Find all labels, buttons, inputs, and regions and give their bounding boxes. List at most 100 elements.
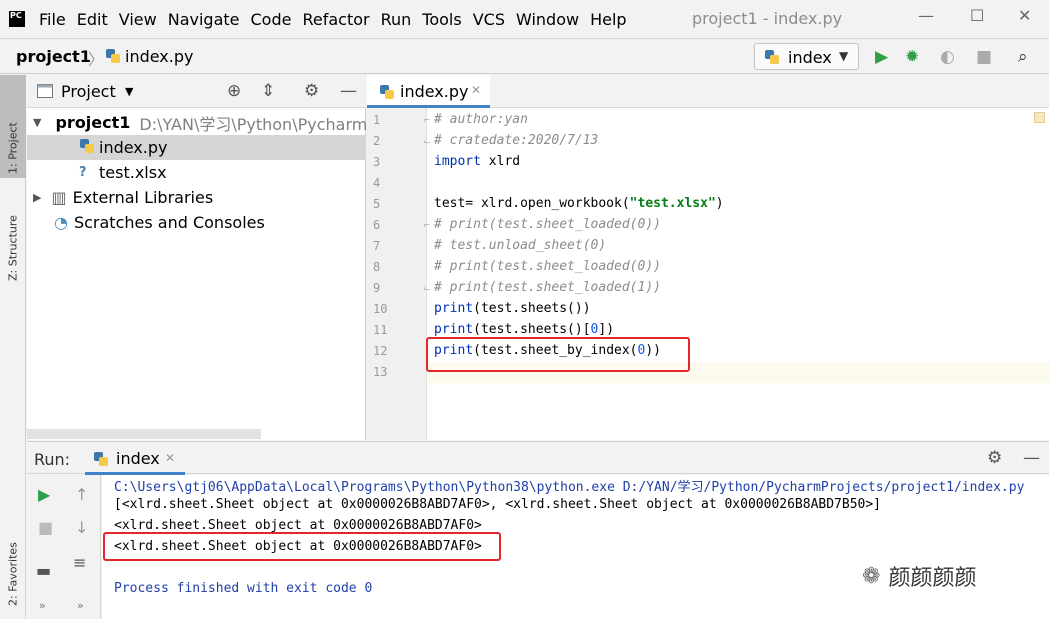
close-tab-icon[interactable]: ✕ <box>471 83 481 97</box>
line-number: 1 <box>373 113 381 127</box>
tree-item-scratches[interactable]: ◔ Scratches and Consoles <box>27 210 366 235</box>
line-number: 5 <box>373 197 381 211</box>
chevron-down-icon[interactable]: ▼ <box>33 116 41 129</box>
line-number: 7 <box>373 239 381 253</box>
menu-view[interactable]: View <box>119 10 157 29</box>
locate-icon[interactable]: ⊕ <box>227 81 241 101</box>
inspection-marker[interactable] <box>1034 112 1045 123</box>
fold-icon[interactable]: ⌙ <box>423 137 431 147</box>
line-number: 4 <box>373 176 381 190</box>
code-text: ) <box>715 196 724 211</box>
code-text: ]) <box>598 322 615 337</box>
horizontal-scrollbar[interactable] <box>27 429 261 439</box>
fold-icon[interactable]: ⌐ <box>423 221 431 231</box>
watermark-text: 颜颜颜颜 <box>888 566 977 591</box>
scratches-icon: ◔ <box>54 213 68 232</box>
soft-wrap-icon[interactable]: ≡ <box>73 553 86 572</box>
line-number: 11 <box>373 323 388 337</box>
tree-item-label: index.py <box>99 138 168 157</box>
code-line-1[interactable]: # author:yan <box>434 112 528 127</box>
line-number: 9 <box>373 281 381 295</box>
menu-code[interactable]: Code <box>251 10 292 29</box>
arrow-down-icon[interactable]: ↓ <box>75 518 88 537</box>
more-icon[interactable]: » <box>39 599 46 612</box>
run-tab-label: index <box>116 449 160 468</box>
console-line: C:\Users\gtj06\AppData\Local\Programs\Py… <box>114 480 1025 495</box>
menu-refactor[interactable]: Refactor <box>302 10 369 29</box>
tab-structure-label: Z: Structure <box>6 215 20 281</box>
maximize-icon[interactable]: ☐ <box>970 6 984 25</box>
tree-item-label: project1 <box>55 113 131 132</box>
menu-window[interactable]: Window <box>516 10 579 29</box>
comment: # cratedate:2020/7/13 <box>434 133 599 148</box>
console-line: [<xlrd.sheet.Sheet object at 0x0000026B8… <box>114 497 882 512</box>
tree-item-project1[interactable]: ▼ project1 D:\YAN\学习\Python\Pycharm <box>27 110 366 135</box>
close-tab-icon[interactable]: ✕ <box>165 451 175 465</box>
menu-edit[interactable]: Edit <box>77 10 108 29</box>
code-line-11[interactable]: print(test.sheets()[0]) <box>434 322 614 337</box>
fold-icon[interactable]: ⌐ <box>423 116 431 126</box>
tab-favorites-label: 2: Favorites <box>6 542 20 606</box>
editor-tab-bar: index.py ✕ <box>367 75 1049 108</box>
more-icon[interactable]: » <box>77 599 84 612</box>
coverage-icon[interactable]: ◐ <box>940 47 955 67</box>
fold-icon[interactable]: ⌙ <box>423 284 431 294</box>
code-line-7[interactable]: # test.unload_sheet(0) <box>434 238 606 253</box>
menu-tools[interactable]: Tools <box>422 10 461 29</box>
tree-item-index-py[interactable]: index.py <box>27 135 366 160</box>
code-line-3[interactable]: import xlrd <box>434 154 520 169</box>
run-icon[interactable]: ▶ <box>875 47 888 67</box>
code-line-9[interactable]: # print(test.sheet_loaded(1)) <box>434 280 661 295</box>
line-number: 12 <box>373 344 388 358</box>
menu-bar: PC File Edit View Navigate Code Refactor… <box>0 0 1049 38</box>
stop-icon[interactable]: ■ <box>976 47 992 67</box>
gear-icon[interactable]: ⚙ <box>304 81 319 101</box>
code-text: (test.sheets()[ <box>473 322 591 337</box>
console-line: <xlrd.sheet.Sheet object at 0x0000026B8A… <box>114 518 482 533</box>
menu-help[interactable]: Help <box>590 10 626 29</box>
run-toolbar: ▶ ■ ▬ » ↑ ↓ ≡ » <box>27 475 101 619</box>
code-text: test= xlrd.open_workbook( <box>434 196 630 211</box>
hide-icon[interactable]: — <box>340 81 357 101</box>
minimize-icon[interactable]: — <box>918 6 934 25</box>
arrow-up-icon[interactable]: ↑ <box>75 485 88 504</box>
breadcrumb-file[interactable]: index.py <box>125 47 193 66</box>
close-icon[interactable]: ✕ <box>1018 6 1031 25</box>
code-line-8[interactable]: # print(test.sheet_loaded(0)) <box>434 259 661 274</box>
collapse-all-icon[interactable]: ⇕ <box>261 81 275 101</box>
editor-tab-label: index.py <box>400 82 469 101</box>
debug-icon[interactable]: ✹ <box>905 47 919 67</box>
code-line-5[interactable]: test= xlrd.open_workbook("test.xlsx") <box>434 196 724 211</box>
tab-project[interactable]: 1: Project <box>0 75 26 178</box>
tree-item-test-xlsx[interactable]: ? test.xlsx <box>27 160 366 185</box>
chevron-right-icon[interactable]: ▶ <box>33 191 41 204</box>
hide-icon[interactable]: — <box>1023 448 1040 468</box>
code-line-2[interactable]: # cratedate:2020/7/13 <box>434 133 598 148</box>
menu-run[interactable]: Run <box>381 10 412 29</box>
tree-item-external-libraries[interactable]: ▶ ▥ External Libraries <box>27 185 366 210</box>
menu-navigate[interactable]: Navigate <box>168 10 240 29</box>
run-tab-index[interactable]: index ✕ <box>85 442 185 475</box>
run-console[interactable]: C:\Users\gtj06\AppData\Local\Programs\Py… <box>102 475 1049 619</box>
rerun-icon[interactable]: ▶ <box>38 485 50 504</box>
keyword: print <box>434 322 474 337</box>
breadcrumb-project[interactable]: project1 <box>16 47 91 66</box>
run-configuration-dropdown[interactable]: index ▼ <box>754 43 859 70</box>
tab-favorites[interactable]: 2: Favorites <box>0 510 26 610</box>
search-icon[interactable]: ⌕ <box>1018 47 1028 67</box>
tab-structure[interactable]: Z: Structure <box>0 185 26 285</box>
gear-icon[interactable]: ⚙ <box>987 448 1002 468</box>
unknown-file-icon: ? <box>79 165 87 180</box>
highlight-box-output <box>103 532 501 561</box>
code-text: xlrd <box>480 154 521 169</box>
menu-file[interactable]: File <box>39 10 66 29</box>
menu-vcs[interactable]: VCS <box>473 10 505 29</box>
project-panel-title[interactable]: Project <box>61 82 116 101</box>
code-line-6[interactable]: # print(test.sheet_loaded(0)) <box>434 217 661 232</box>
editor-tab-index-py[interactable]: index.py ✕ <box>367 75 490 108</box>
chevron-down-icon[interactable]: ▼ <box>125 85 133 98</box>
tree-item-path: D:\YAN\学习\Python\Pycharm <box>139 114 366 134</box>
code-line-10[interactable]: print(test.sheets()) <box>434 301 591 316</box>
stop-icon[interactable]: ■ <box>38 518 53 537</box>
layout-icon[interactable]: ▬ <box>36 561 51 580</box>
